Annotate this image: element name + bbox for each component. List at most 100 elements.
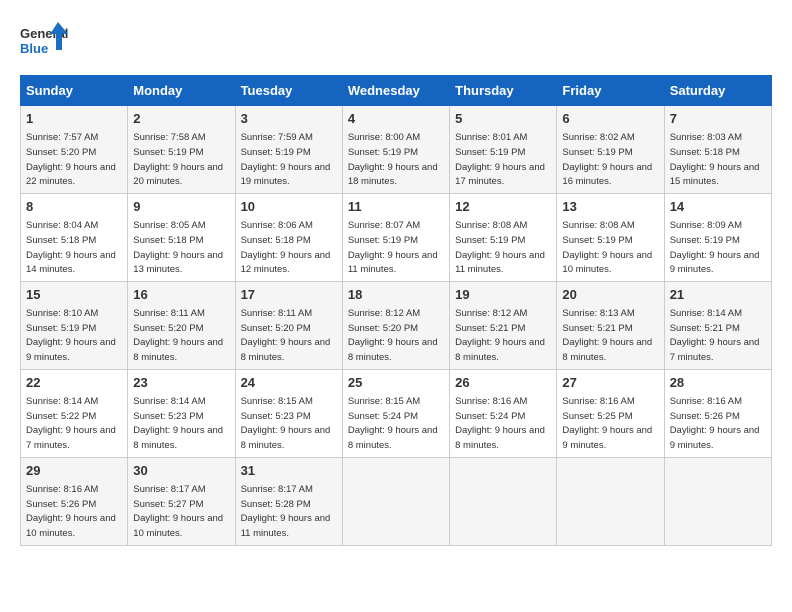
calendar-cell: 3 Sunrise: 7:59 AMSunset: 5:19 PMDaylight… [235,106,342,194]
day-number: 4 [348,110,444,128]
day-info: Sunrise: 8:07 AMSunset: 5:19 PMDaylight:… [348,220,438,275]
day-info: Sunrise: 8:11 AMSunset: 5:20 PMDaylight:… [241,308,331,363]
day-info: Sunrise: 8:02 AMSunset: 5:19 PMDaylight:… [562,132,652,187]
calendar-cell: 23 Sunrise: 8:14 AMSunset: 5:23 PMDayligh… [128,369,235,457]
day-info: Sunrise: 8:15 AMSunset: 5:23 PMDaylight:… [241,396,331,451]
calendar-cell: 8 Sunrise: 8:04 AMSunset: 5:18 PMDaylight… [21,193,128,281]
day-info: Sunrise: 8:08 AMSunset: 5:19 PMDaylight:… [562,220,652,275]
header: General Blue [20,20,772,65]
calendar-cell: 24Sunrise: 8:15 AMSunset: 5:23 PMDayligh… [235,369,342,457]
day-number: 21 [670,286,766,304]
day-number: 3 [241,110,337,128]
calendar-cell: 12Sunrise: 8:08 AMSunset: 5:19 PMDayligh… [450,193,557,281]
day-info: Sunrise: 8:16 AMSunset: 5:26 PMDaylight:… [670,396,760,451]
day-info: Sunrise: 7:58 AMSunset: 5:19 PMDaylight:… [133,132,223,187]
calendar-cell: 31Sunrise: 8:17 AMSunset: 5:28 PMDayligh… [235,457,342,545]
day-number: 30 [133,462,229,480]
calendar-cell: 28 Sunrise: 8:16 AMSunset: 5:26 PMDayligh… [664,369,771,457]
calendar-cell: 27 Sunrise: 8:16 AMSunset: 5:25 PMDayligh… [557,369,664,457]
day-info: Sunrise: 8:00 AMSunset: 5:19 PMDaylight:… [348,132,438,187]
day-info: Sunrise: 8:04 AMSunset: 5:18 PMDaylight:… [26,220,116,275]
day-number: 26 [455,374,551,392]
day-number: 25 [348,374,444,392]
column-header-thursday: Thursday [450,76,557,106]
day-number: 17 [241,286,337,304]
day-info: Sunrise: 8:03 AMSunset: 5:18 PMDaylight:… [670,132,760,187]
column-header-saturday: Saturday [664,76,771,106]
calendar-cell [557,457,664,545]
calendar-cell: 22 Sunrise: 8:14 AMSunset: 5:22 PMDayligh… [21,369,128,457]
calendar-week-2: 8 Sunrise: 8:04 AMSunset: 5:18 PMDaylight… [21,193,772,281]
calendar-cell: 21 Sunrise: 8:14 AMSunset: 5:21 PMDayligh… [664,281,771,369]
day-info: Sunrise: 8:12 AMSunset: 5:20 PMDaylight:… [348,308,438,363]
calendar-cell: 14 Sunrise: 8:09 AMSunset: 5:19 PMDayligh… [664,193,771,281]
day-number: 23 [133,374,229,392]
calendar-cell [664,457,771,545]
day-number: 27 [562,374,658,392]
day-number: 11 [348,198,444,216]
calendar-week-3: 15Sunrise: 8:10 AMSunset: 5:19 PMDayligh… [21,281,772,369]
column-header-monday: Monday [128,76,235,106]
calendar-cell: 26 Sunrise: 8:16 AMSunset: 5:24 PMDayligh… [450,369,557,457]
day-info: Sunrise: 8:15 AMSunset: 5:24 PMDaylight:… [348,396,438,451]
calendar-cell: 17 Sunrise: 8:11 AMSunset: 5:20 PMDayligh… [235,281,342,369]
column-header-friday: Friday [557,76,664,106]
calendar-cell: 19Sunrise: 8:12 AMSunset: 5:21 PMDayligh… [450,281,557,369]
calendar-cell: 29 Sunrise: 8:16 AMSunset: 5:26 PMDayligh… [21,457,128,545]
day-number: 14 [670,198,766,216]
day-info: Sunrise: 8:12 AMSunset: 5:21 PMDaylight:… [455,308,545,363]
logo: General Blue [20,20,70,65]
calendar-cell: 6Sunrise: 8:02 AMSunset: 5:19 PMDaylight… [557,106,664,194]
logo-svg: General Blue [20,20,70,65]
day-number: 5 [455,110,551,128]
calendar-cell: 15Sunrise: 8:10 AMSunset: 5:19 PMDayligh… [21,281,128,369]
calendar-header-row: SundayMondayTuesdayWednesdayThursdayFrid… [21,76,772,106]
day-number: 9 [133,198,229,216]
day-number: 7 [670,110,766,128]
day-info: Sunrise: 8:08 AMSunset: 5:19 PMDaylight:… [455,220,545,275]
day-number: 20 [562,286,658,304]
calendar-cell: 11 Sunrise: 8:07 AMSunset: 5:19 PMDayligh… [342,193,449,281]
day-info: Sunrise: 7:57 AMSunset: 5:20 PMDaylight:… [26,132,116,187]
day-info: Sunrise: 8:17 AMSunset: 5:28 PMDaylight:… [241,484,331,539]
calendar-cell: 9 Sunrise: 8:05 AMSunset: 5:18 PMDaylight… [128,193,235,281]
day-info: Sunrise: 8:10 AMSunset: 5:19 PMDaylight:… [26,308,116,363]
day-info: Sunrise: 8:05 AMSunset: 5:18 PMDaylight:… [133,220,223,275]
day-info: Sunrise: 8:14 AMSunset: 5:23 PMDaylight:… [133,396,223,451]
day-info: Sunrise: 8:16 AMSunset: 5:26 PMDaylight:… [26,484,116,539]
column-header-wednesday: Wednesday [342,76,449,106]
day-info: Sunrise: 8:09 AMSunset: 5:19 PMDaylight:… [670,220,760,275]
day-number: 28 [670,374,766,392]
calendar-cell: 25 Sunrise: 8:15 AMSunset: 5:24 PMDayligh… [342,369,449,457]
day-info: Sunrise: 8:06 AMSunset: 5:18 PMDaylight:… [241,220,331,275]
day-number: 1 [26,110,122,128]
calendar-week-1: 1 Sunrise: 7:57 AMSunset: 5:20 PMDaylight… [21,106,772,194]
calendar-cell: 20 Sunrise: 8:13 AMSunset: 5:21 PMDayligh… [557,281,664,369]
day-info: Sunrise: 8:16 AMSunset: 5:24 PMDaylight:… [455,396,545,451]
day-number: 29 [26,462,122,480]
day-number: 22 [26,374,122,392]
day-info: Sunrise: 8:14 AMSunset: 5:22 PMDaylight:… [26,396,116,451]
day-number: 13 [562,198,658,216]
day-info: Sunrise: 8:01 AMSunset: 5:19 PMDaylight:… [455,132,545,187]
day-info: Sunrise: 8:17 AMSunset: 5:27 PMDaylight:… [133,484,223,539]
day-info: Sunrise: 8:16 AMSunset: 5:25 PMDaylight:… [562,396,652,451]
calendar-cell: 10Sunrise: 8:06 AMSunset: 5:18 PMDayligh… [235,193,342,281]
day-number: 18 [348,286,444,304]
day-number: 8 [26,198,122,216]
calendar-cell: 16Sunrise: 8:11 AMSunset: 5:20 PMDayligh… [128,281,235,369]
day-number: 16 [133,286,229,304]
calendar-cell: 1 Sunrise: 7:57 AMSunset: 5:20 PMDaylight… [21,106,128,194]
calendar-cell: 13 Sunrise: 8:08 AMSunset: 5:19 PMDayligh… [557,193,664,281]
calendar-cell: 30 Sunrise: 8:17 AMSunset: 5:27 PMDayligh… [128,457,235,545]
calendar-cell: 4 Sunrise: 8:00 AMSunset: 5:19 PMDaylight… [342,106,449,194]
calendar-table: SundayMondayTuesdayWednesdayThursdayFrid… [20,75,772,546]
calendar-cell: 7 Sunrise: 8:03 AMSunset: 5:18 PMDaylight… [664,106,771,194]
calendar-cell [450,457,557,545]
column-header-tuesday: Tuesday [235,76,342,106]
day-info: Sunrise: 8:13 AMSunset: 5:21 PMDaylight:… [562,308,652,363]
day-number: 2 [133,110,229,128]
day-info: Sunrise: 8:14 AMSunset: 5:21 PMDaylight:… [670,308,760,363]
column-header-sunday: Sunday [21,76,128,106]
day-info: Sunrise: 7:59 AMSunset: 5:19 PMDaylight:… [241,132,331,187]
